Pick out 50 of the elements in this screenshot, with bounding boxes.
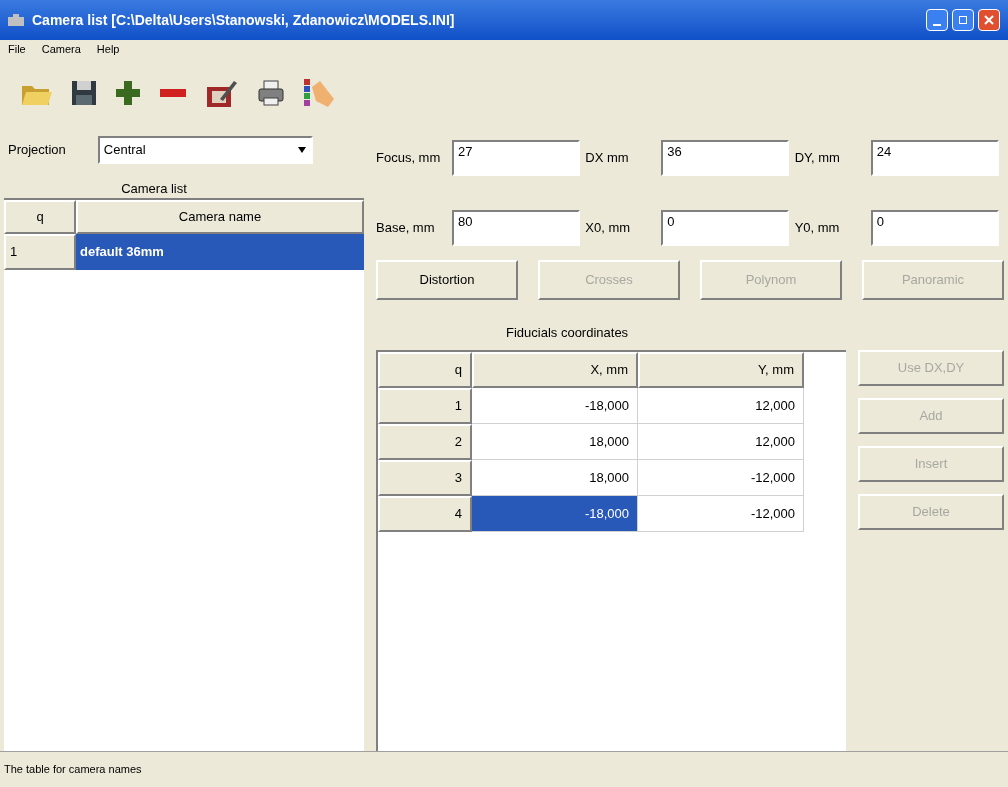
mode-button[interactable]: Distortion [376,260,518,300]
row-number-cell: 1 [378,388,472,424]
dropdown-arrow-icon[interactable] [296,147,307,153]
row-number-cell: 4 [378,496,472,532]
camera-icon [8,14,24,26]
column-header: Camera name [76,200,364,234]
input-field[interactable]: 0 [870,210,999,246]
field-label: Base, mm [376,219,436,238]
close-button[interactable] [978,9,1000,31]
maximize-button[interactable] [952,9,974,31]
projection-label: Projection [8,141,66,160]
save-icon[interactable] [70,78,98,108]
field-label: Focus, mm [376,149,442,168]
menu-item[interactable]: Camera [41,40,81,58]
table-cell: -12,000 [638,496,804,532]
table-cell: 12,000 [638,424,804,460]
input-field[interactable]: 0 [661,210,790,246]
input-field[interactable]: 36 [661,140,790,176]
column-header: q [378,352,472,388]
table-cell: -18,000 [472,496,638,532]
table-cell: -12,000 [638,460,804,496]
row-number-cell[interactable]: 1 [4,234,76,270]
table-cell: 18,000 [472,460,638,496]
field-label: DY, mm [794,149,841,168]
projection-dropdown[interactable]: Central [97,136,313,164]
field-label: X0, mm [585,219,632,238]
printer-icon[interactable] [256,78,286,108]
input-field[interactable]: 27 [452,140,580,176]
input-field[interactable]: 80 [452,210,580,246]
close-icon[interactable] [984,15,994,25]
menu-item[interactable]: File [8,40,26,58]
column-header: X, mm [472,352,638,388]
minimize-button[interactable] [926,9,948,31]
table-cell: -18,000 [472,388,638,424]
table-cell: 18,000 [472,424,638,460]
status-text: The table for camera names [4,762,142,778]
row-number-cell: 3 [378,460,472,496]
column-header: Y, mm [638,352,804,388]
plus-icon[interactable] [114,79,142,107]
column-header: q [4,200,76,234]
camera-list-title: Camera list [121,179,187,198]
table-cell: 12,000 [638,388,804,424]
table-cell[interactable]: default 36mm [76,234,364,270]
window-title: Camera list [C:\Delta\Users\Stanowski, Zdanowicz\MODELS.INI] [32,10,456,30]
menu-item[interactable]: Help [96,40,120,58]
fiducials-title: Fiducials coordinates [506,323,629,342]
row-number-cell: 2 [378,424,472,460]
input-field[interactable]: 24 [870,140,999,176]
field-label: Y0, mm [794,219,841,238]
field-label: DX mm [585,149,630,168]
